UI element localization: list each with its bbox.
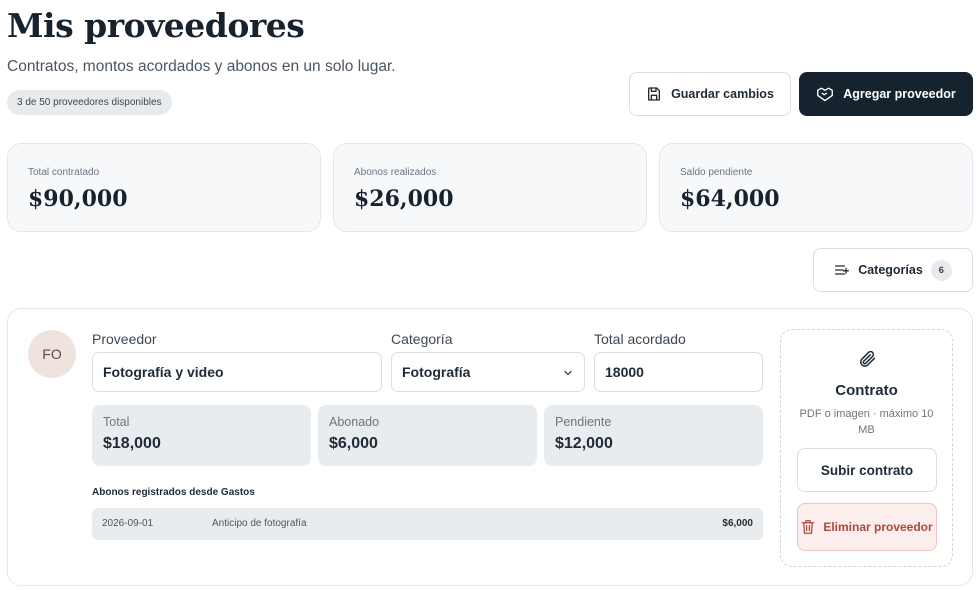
stat-pending-balance: Saldo pendiente $64,000 xyxy=(659,143,973,232)
stat-value: $64,000 xyxy=(680,186,780,212)
stat-label: Abonos realizados xyxy=(354,167,437,178)
supplier-card: FO Proveedor Fotografía y video Categorí… xyxy=(7,308,973,586)
chevron-down-icon xyxy=(562,366,574,382)
paperclip-icon xyxy=(857,348,877,375)
summary-label: Total xyxy=(103,415,130,429)
upload-contract-button[interactable]: Subir contrato xyxy=(797,448,937,492)
summary-value: $12,000 xyxy=(555,435,613,452)
stat-total-contracted: Total contratado $90,000 xyxy=(7,143,321,232)
total-agreed-input[interactable]: 18000 xyxy=(594,352,763,392)
summary-value: $6,000 xyxy=(329,435,378,452)
categories-count-badge: 6 xyxy=(930,259,952,281)
save-changes-button[interactable]: Guardar cambios xyxy=(629,72,791,116)
list-add-icon xyxy=(834,263,850,277)
stat-label: Total contratado xyxy=(28,167,100,178)
provider-name-input[interactable]: Fotografía y video xyxy=(92,352,382,392)
contract-upload-zone[interactable]: Contrato PDF o imagen · máximo 10 MB Sub… xyxy=(780,329,953,567)
payment-row: 2026-09-01 Anticipo de fotografía $6,000 xyxy=(92,508,763,540)
delete-supplier-label: Eliminar proveedor xyxy=(823,520,933,534)
stat-value: $90,000 xyxy=(28,186,128,212)
summary-paid: Abonado $6,000 xyxy=(318,405,537,466)
avatar: FO xyxy=(28,330,76,378)
contract-hint: PDF o imagen · máximo 10 MB xyxy=(799,408,934,436)
summary-label: Abonado xyxy=(329,415,380,429)
trash-icon xyxy=(801,519,815,535)
summary-pending: Pendiente $12,000 xyxy=(544,405,763,466)
summary-total: Total $18,000 xyxy=(92,405,311,466)
page-title: Mis proveedores xyxy=(7,6,305,45)
save-changes-label: Guardar cambios xyxy=(671,87,774,101)
payment-date: 2026-09-01 xyxy=(102,518,154,529)
category-field-label: Categoría xyxy=(391,331,453,347)
supplier-count-badge: 3 de 50 proveedores disponibles xyxy=(7,90,172,115)
stat-label: Saldo pendiente xyxy=(680,167,753,178)
summary-value: $18,000 xyxy=(103,435,161,452)
total-agreed-field-label: Total acordado xyxy=(594,331,686,347)
stat-payments-made: Abonos realizados $26,000 xyxy=(333,143,647,232)
delete-supplier-button[interactable]: Eliminar proveedor xyxy=(797,503,937,551)
payment-amount: $6,000 xyxy=(722,518,753,529)
payment-description: Anticipo de fotografía xyxy=(212,518,307,529)
categories-button[interactable]: Categorías 6 xyxy=(813,248,973,292)
contract-title: Contrato xyxy=(835,382,898,399)
payments-section-label: Abonos registrados desde Gastos xyxy=(92,487,255,498)
provider-field-label: Proveedor xyxy=(92,331,157,347)
summary-label: Pendiente xyxy=(555,415,612,429)
category-select[interactable]: Fotografía xyxy=(391,352,585,392)
add-supplier-button[interactable]: Agregar proveedor xyxy=(799,72,973,116)
handshake-icon xyxy=(816,86,834,102)
category-select-value: Fotografía xyxy=(402,364,471,380)
categories-label: Categorías xyxy=(858,263,923,277)
page-subtitle: Contratos, montos acordados y abonos en … xyxy=(7,58,396,75)
stat-value: $26,000 xyxy=(354,186,454,212)
save-icon xyxy=(646,86,662,102)
add-supplier-label: Agregar proveedor xyxy=(843,87,956,101)
